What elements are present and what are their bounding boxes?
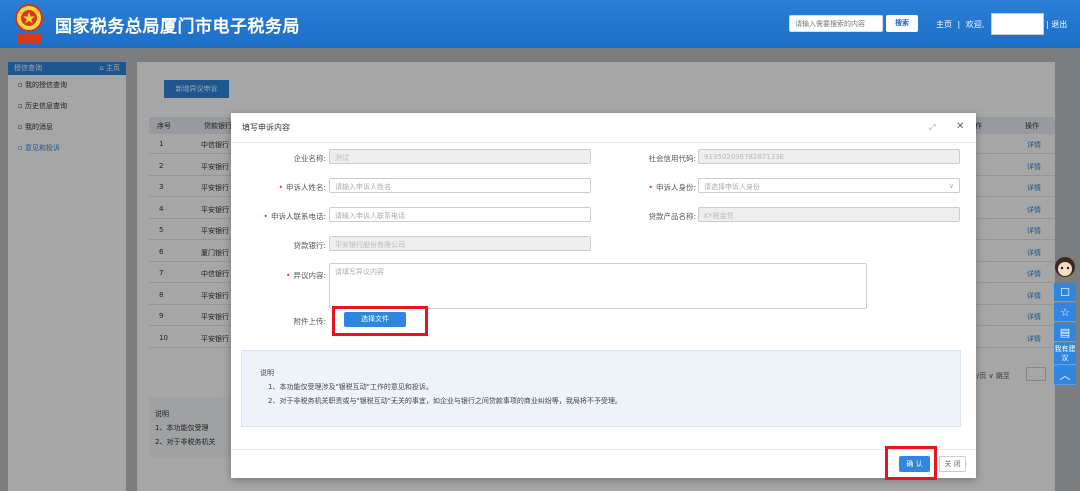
info-line2: 2、对于非税务机关职责或与"银税互动"无关的事宜，如企业与银行之间贷款事项的商业… [268,397,622,405]
expand-icon[interactable]: ⤢ [929,123,937,132]
loan-product-label: 贷款产品名称: [648,212,696,221]
info-line1: 1、本功能仅受理涉及"银税互动"工作的意见和投诉。 [268,383,433,391]
top-header: 国家税务总局厦门市电子税务局 搜索 主页 | 欢迎, | 退出 [0,0,1080,48]
logout-link[interactable]: | 退出 [1046,19,1067,30]
float-feedback-button[interactable]: 我有建议 [1054,343,1076,365]
close-button[interactable]: 关 闭 [939,456,966,472]
applicant-identity-label: • 申诉人身份: [649,182,696,193]
loan-bank-label: 贷款银行: [293,241,326,250]
loan-product-field: KY税金贷 [698,207,960,222]
welcome-text: 欢迎, [965,20,985,29]
info-panel: 说明 1、本功能仅受理涉及"银税互动"工作的意见和投诉。 2、对于非税务机关职责… [241,350,961,427]
applicant-name-input[interactable]: 请输入申诉人姓名 [329,178,591,193]
float-doc-icon[interactable]: ☐ [1054,283,1076,302]
national-emblem-icon [15,4,43,43]
applicant-name-label: • 申诉人姓名: [279,182,326,193]
nav-links: 主页 | 欢迎, [936,19,987,30]
float-top-icon[interactable]: ︿ [1054,366,1076,385]
company-field: 测试 [329,149,591,164]
appeal-content-label: • 异议内容: [286,270,326,281]
applicant-identity-label-text: 申诉人身份: [655,183,696,192]
required-mark: • [286,271,291,280]
close-icon[interactable]: ✕ [956,121,964,132]
home-link[interactable]: 主页 [936,20,952,29]
search-input[interactable] [789,15,883,32]
float-grid-icon[interactable]: ▤ [1054,323,1076,342]
modal-title: 填写申诉内容 [242,123,290,132]
assistant-avatar-icon[interactable] [1054,255,1076,281]
loan-bank-field: 平安银行股份有限公司 [329,236,591,251]
logout-label[interactable]: 退出 [1051,20,1067,29]
credit-code-label: 社会信用代码: [648,154,696,163]
appeal-modal: 填写申诉内容 ⤢ ✕ 企业名称: 测试 社会信用代码: 913502036782… [231,113,976,480]
applicant-phone-input[interactable]: 请输入申诉人联系电话 [329,207,591,222]
nav-separator: | [957,20,961,29]
username-box [991,13,1044,35]
appeal-content-label-text: 异议内容: [293,271,326,280]
info-title: 说明 [260,369,274,377]
required-mark: • [648,183,653,192]
applicant-identity-select[interactable]: 请选择申诉人身份 ∨ [698,178,960,193]
highlight-box-file [332,306,428,336]
modal-divider [231,142,976,143]
float-toolbar: ☐ ☆ ▤ 我有建议 ︿ [1054,255,1076,385]
modal-footer-divider [231,449,976,450]
required-mark: • [263,212,268,221]
company-label: 企业名称: [293,154,326,163]
required-mark: • [278,183,283,192]
appeal-content-textarea[interactable]: 请填写异议内容 [329,263,867,309]
float-star-icon[interactable]: ☆ [1054,303,1076,322]
identity-placeholder: 请选择申诉人身份 [704,183,760,191]
chevron-down-icon: ∨ [948,182,954,190]
highlight-box-confirm [885,446,937,480]
applicant-name-label-text: 申诉人姓名: [285,183,326,192]
applicant-phone-label: • 申诉人联系电话: [264,211,326,222]
attachment-label: 附件上传: [293,317,326,326]
applicant-phone-label-text: 申诉人联系电话: [270,212,326,221]
site-title: 国家税务总局厦门市电子税务局 [55,17,300,37]
credit-code-field: 91350203678287133E [698,149,960,164]
search-button[interactable]: 搜索 [886,15,918,32]
